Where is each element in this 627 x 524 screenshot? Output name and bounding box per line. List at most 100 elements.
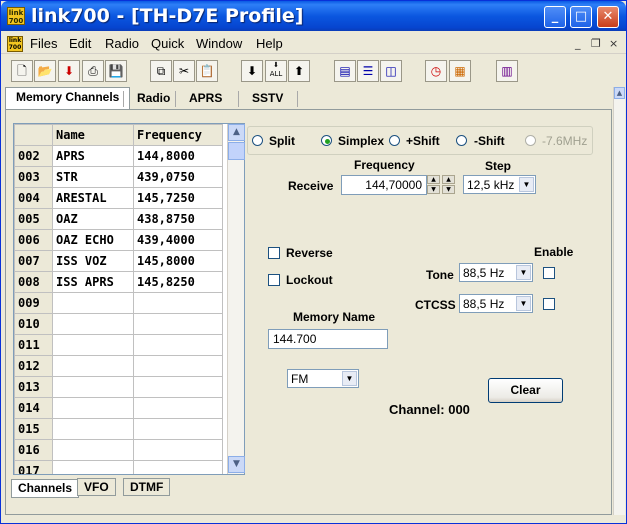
menu-window[interactable]: Window bbox=[196, 36, 242, 51]
tab-memory-channels[interactable]: Memory Channels bbox=[5, 87, 131, 110]
tab-dtmf[interactable]: DTMF bbox=[123, 478, 171, 496]
receive-spin-up-icon[interactable]: ▲ bbox=[427, 175, 440, 184]
channel-name-cell[interactable] bbox=[52, 334, 134, 356]
channel-name-cell[interactable] bbox=[52, 418, 134, 440]
upload-icon[interactable]: ⬆ bbox=[288, 60, 310, 82]
table-row[interactable]: 015 bbox=[14, 418, 223, 440]
receive-spin-down-icon[interactable]: ▼ bbox=[427, 185, 440, 194]
menu-edit[interactable]: Edit bbox=[69, 36, 91, 51]
mode-select[interactable]: FM ▼ bbox=[287, 369, 359, 388]
lockout-checkbox[interactable] bbox=[268, 274, 280, 286]
table-row[interactable]: 016 bbox=[14, 439, 223, 461]
frequency-cell[interactable]: 438,8750 bbox=[133, 208, 223, 230]
tone-select[interactable]: 88,5 Hz ▼ bbox=[459, 263, 533, 282]
ctcss-select[interactable]: 88,5 Hz ▼ bbox=[459, 294, 533, 313]
outer-scrollbar[interactable]: ▲ bbox=[613, 87, 625, 515]
tab-sstv[interactable]: SSTV bbox=[242, 89, 293, 109]
close-button[interactable]: ✕ bbox=[597, 6, 619, 28]
clear-button[interactable]: Clear bbox=[488, 378, 563, 403]
channel-name-cell[interactable] bbox=[52, 355, 134, 377]
channel-name-cell[interactable]: ARESTAL bbox=[52, 187, 134, 209]
frequency-cell[interactable]: 144,8000 bbox=[133, 145, 223, 167]
menu-radio[interactable]: Radio bbox=[105, 36, 139, 51]
mdi-minimize-button[interactable]: _ bbox=[575, 37, 581, 50]
channel-name-cell[interactable]: APRS bbox=[52, 145, 134, 167]
open-icon[interactable]: 📂 bbox=[34, 60, 56, 82]
tab-aprs[interactable]: APRS bbox=[179, 89, 232, 109]
column-header-frequency[interactable]: Frequency bbox=[133, 124, 223, 146]
radio-simplex[interactable] bbox=[321, 135, 332, 146]
channel-name-cell[interactable] bbox=[52, 460, 134, 474]
step-select[interactable]: 12,5 kHz ▼ bbox=[463, 175, 536, 194]
tile-icon[interactable]: ▤ bbox=[334, 60, 356, 82]
print-icon[interactable]: ⎙ bbox=[82, 60, 104, 82]
radio-split[interactable] bbox=[252, 135, 263, 146]
scroll-thumb[interactable] bbox=[228, 142, 245, 160]
chevron-down-icon[interactable]: ▼ bbox=[342, 371, 357, 386]
minimize-button[interactable]: _ bbox=[544, 6, 566, 28]
channel-name-cell[interactable] bbox=[52, 439, 134, 461]
frequency-cell[interactable] bbox=[133, 334, 223, 356]
memory-name-input[interactable]: 144.700 bbox=[268, 329, 388, 349]
channel-name-cell[interactable]: OAZ bbox=[52, 208, 134, 230]
receive-fine-up-icon[interactable]: ▲ bbox=[442, 175, 455, 184]
frequency-cell[interactable]: 145,8000 bbox=[133, 250, 223, 272]
table-row[interactable]: 011 bbox=[14, 334, 223, 356]
paste-icon[interactable]: 📋 bbox=[196, 60, 218, 82]
table-row[interactable]: 008 ISS APRS 145,8250 bbox=[14, 271, 223, 293]
channel-name-cell[interactable]: ISS VOZ bbox=[52, 250, 134, 272]
scroll-down-icon[interactable]: ▼ bbox=[228, 456, 245, 473]
title-bar[interactable]: link 700 link700 - [TH-D7E Profile] _ □ … bbox=[1, 1, 626, 31]
chevron-down-icon[interactable]: ▼ bbox=[516, 296, 531, 311]
frequency-cell[interactable] bbox=[133, 376, 223, 398]
channel-name-cell[interactable] bbox=[52, 376, 134, 398]
table-row[interactable]: 013 bbox=[14, 376, 223, 398]
tab-radio[interactable]: Radio bbox=[127, 89, 180, 109]
frequency-cell[interactable]: 145,8250 bbox=[133, 271, 223, 293]
tone-enable-checkbox[interactable] bbox=[543, 267, 555, 279]
mdi-close-button[interactable]: × bbox=[609, 37, 618, 50]
table-row[interactable]: 002 APRS 144,8000 bbox=[14, 145, 223, 167]
download-all-icon[interactable]: ⬇ ALL bbox=[265, 60, 287, 82]
copy-icon[interactable]: ⧉ bbox=[150, 60, 172, 82]
frequency-cell[interactable]: 439,0750 bbox=[133, 166, 223, 188]
split-h-icon[interactable]: ☰ bbox=[357, 60, 379, 82]
table-row[interactable]: 005 OAZ 438,8750 bbox=[14, 208, 223, 230]
table-row[interactable]: 012 bbox=[14, 355, 223, 377]
table-row[interactable]: 003 STR 439,0750 bbox=[14, 166, 223, 188]
reverse-checkbox[interactable] bbox=[268, 247, 280, 259]
ctcss-enable-checkbox[interactable] bbox=[543, 298, 555, 310]
table-row[interactable]: 009 bbox=[14, 292, 223, 314]
chevron-down-icon[interactable]: ▼ bbox=[519, 177, 534, 192]
channel-name-cell[interactable]: ISS APRS bbox=[52, 271, 134, 293]
menu-quick[interactable]: Quick bbox=[151, 36, 184, 51]
radio-minus-7-6mhz[interactable] bbox=[525, 135, 536, 146]
frequency-cell[interactable] bbox=[133, 313, 223, 335]
frequency-cell[interactable] bbox=[133, 292, 223, 314]
frequency-cell[interactable] bbox=[133, 418, 223, 440]
new-icon[interactable]: 🗋 bbox=[11, 60, 33, 82]
cut-icon[interactable]: ✂ bbox=[173, 60, 195, 82]
column-header-name[interactable]: Name bbox=[52, 124, 134, 146]
frequency-cell[interactable] bbox=[133, 355, 223, 377]
calendar-icon[interactable]: ▦ bbox=[449, 60, 471, 82]
frequency-cell[interactable]: 439,4000 bbox=[133, 229, 223, 251]
menu-files[interactable]: Files bbox=[30, 36, 57, 51]
table-row[interactable]: 004 ARESTAL 145,7250 bbox=[14, 187, 223, 209]
frequency-cell[interactable]: 145,7250 bbox=[133, 187, 223, 209]
channel-name-cell[interactable] bbox=[52, 292, 134, 314]
outer-scroll-up-icon[interactable]: ▲ bbox=[614, 87, 625, 99]
table-scrollbar[interactable]: ▲ ▼ bbox=[227, 124, 245, 474]
receive-frequency-input[interactable]: 144,70000 bbox=[341, 175, 427, 195]
import-icon[interactable]: ⬇ bbox=[58, 60, 80, 82]
table-row[interactable]: 006 OAZ ECHO 439,4000 bbox=[14, 229, 223, 251]
radio-plus-shift[interactable] bbox=[389, 135, 400, 146]
clock-icon[interactable]: ◷ bbox=[425, 60, 447, 82]
channel-name-cell[interactable] bbox=[52, 313, 134, 335]
table-row[interactable]: 014 bbox=[14, 397, 223, 419]
channel-name-cell[interactable]: STR bbox=[52, 166, 134, 188]
tab-vfo[interactable]: VFO bbox=[77, 478, 116, 496]
save-icon[interactable]: 💾 bbox=[105, 60, 127, 82]
table-row[interactable]: 017 bbox=[14, 460, 223, 474]
menu-help[interactable]: Help bbox=[256, 36, 283, 51]
